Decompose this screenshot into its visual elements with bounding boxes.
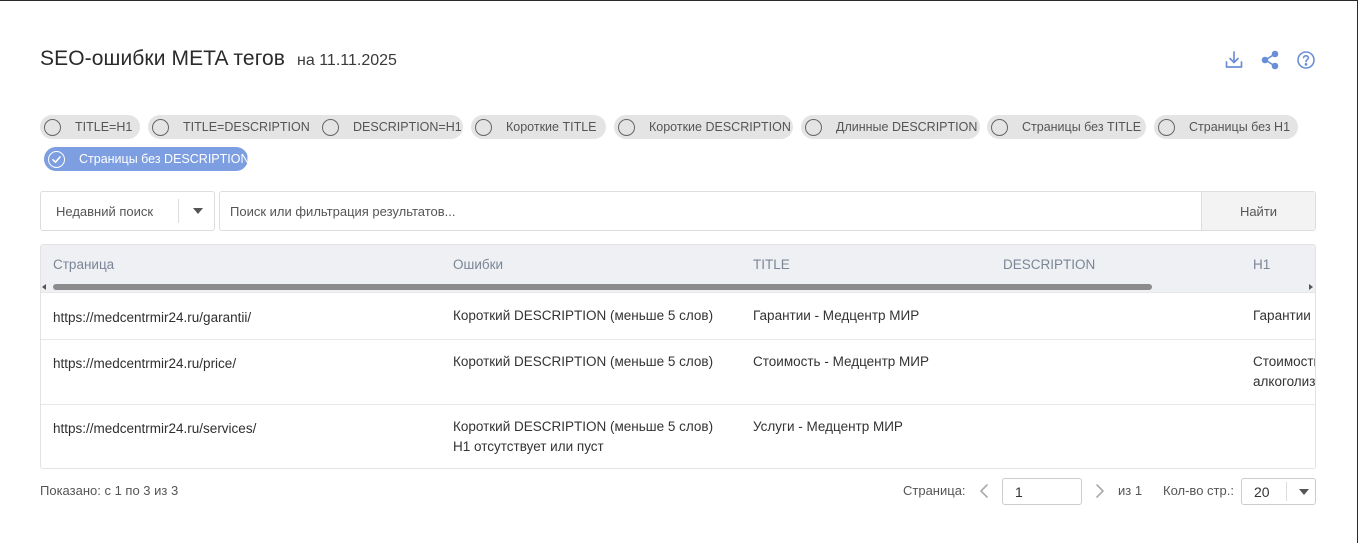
radio-icon (618, 118, 635, 136)
page-url-cell[interactable]: https://medcentrmir24.ru/price/ (53, 354, 236, 374)
page-label: Страница: (903, 483, 966, 498)
filter-chip-no-title[interactable]: Страницы без TITLE (987, 115, 1146, 139)
share-icon (1261, 50, 1279, 70)
filter-chip-label: Длинные DESCRIPTION (836, 120, 978, 134)
radio-icon (44, 118, 61, 136)
radio-icon (1158, 118, 1175, 136)
filter-chip-label: TITLE=H1 (75, 120, 133, 134)
filter-chip-short-description[interactable]: Короткие DESCRIPTION (614, 115, 793, 139)
horizontal-scrollbar[interactable] (41, 283, 1315, 292)
radio-icon (475, 118, 492, 136)
title-cell: Гарантии - Медцентр МИР (753, 308, 920, 323)
radio-icon (991, 118, 1008, 136)
recent-search-dropdown[interactable]: Недавний поиск (40, 191, 215, 231)
column-header-page[interactable]: Страница (53, 257, 114, 272)
filter-chip-label: DESCRIPTION=H1 (353, 120, 462, 134)
recent-search-label: Недавний поиск (56, 203, 154, 219)
column-header-description[interactable]: DESCRIPTION (1003, 257, 1095, 272)
per-page-select[interactable]: 20 (1241, 478, 1316, 505)
table-row[interactable]: https://medcentrmir24.ru/garantii/ Корот… (41, 292, 1315, 339)
radio-icon (805, 118, 822, 136)
title-cell: Стоимость - Медцентр МИР (753, 354, 930, 369)
scrollbar-thumb[interactable] (53, 284, 1152, 290)
filter-chip-no-h1[interactable]: Страницы без H1 (1154, 115, 1298, 139)
help-button[interactable] (1296, 50, 1316, 70)
h1-text: алкоголиз (1253, 374, 1316, 389)
errors-cell: Короткий DESCRIPTION (меньше 5 слов) (453, 352, 713, 372)
chevron-down-icon (1299, 488, 1309, 495)
share-button[interactable] (1260, 50, 1280, 70)
filter-chip-short-title[interactable]: Короткие TITLE (471, 115, 606, 139)
per-page-value: 20 (1254, 483, 1270, 500)
filter-chip-label: Короткие DESCRIPTION (649, 120, 791, 134)
page-header: SEO-ошибки META тегов на 11.11.2025 (40, 47, 397, 71)
h1-text: Гарантии (1253, 308, 1311, 323)
divider (178, 199, 179, 223)
error-text: Короткий DESCRIPTION (меньше 5 слов) (453, 419, 714, 434)
search-input[interactable] (220, 192, 1201, 230)
results-table: Страница Ошибки TITLE DESCRIPTION H1 htt… (40, 244, 1316, 469)
column-header-title[interactable]: TITLE (753, 257, 790, 272)
filter-chip-label: Страницы без TITLE (1022, 120, 1142, 134)
per-page-label: Кол-во стр.: (1163, 483, 1234, 498)
filter-chip-title-h1[interactable]: TITLE=H1 (40, 115, 140, 139)
filter-chip-label: TITLE=DESCRIPTION (183, 120, 310, 134)
download-icon (1225, 51, 1243, 68)
title-cell: Услуги - Медцентр МИР (753, 419, 903, 434)
scroll-right-icon[interactable] (1309, 284, 1313, 290)
error-text: Короткий DESCRIPTION (меньше 5 слов) (453, 354, 714, 369)
filter-chip-label: Короткие TITLE (506, 120, 597, 134)
errors-cell: Короткий DESCRIPTION (меньше 5 слов) (453, 306, 713, 326)
chevron-right-icon (1096, 484, 1104, 498)
column-header-h1[interactable]: H1 (1253, 257, 1270, 272)
total-pages: из 1 (1118, 483, 1143, 498)
next-page-button[interactable] (1093, 481, 1107, 501)
h1-cell: Стоимость алкоголиз (1253, 352, 1316, 392)
page-url-cell[interactable]: https://medcentrmir24.ru/services/ (53, 419, 256, 439)
filter-chip-no-description[interactable]: Страницы без DESCRIPTION (44, 147, 250, 171)
divider (1286, 482, 1287, 501)
column-header-errors[interactable]: Ошибки (453, 257, 503, 272)
download-button[interactable] (1224, 50, 1244, 70)
page-title: SEO-ошибки META тегов (40, 47, 286, 70)
h1-text: Стоимость (1253, 354, 1316, 369)
header-toolbar (1224, 50, 1316, 70)
error-text: H1 отсутствует или пуст (453, 439, 604, 454)
previous-page-button[interactable] (977, 481, 991, 501)
chevron-left-icon (980, 484, 988, 498)
h1-cell: Гарантии (1253, 306, 1311, 326)
results-summary: Показано: с 1 по 3 из 3 (40, 483, 179, 498)
help-icon (1297, 51, 1315, 69)
table-row[interactable]: https://medcentrmir24.ru/services/ Корот… (41, 404, 1315, 468)
table-header: Страница Ошибки TITLE DESCRIPTION H1 (41, 245, 1315, 292)
radio-icon (322, 118, 339, 136)
filter-chip-label: Страницы без DESCRIPTION (79, 152, 250, 166)
search-bar: Найти (219, 191, 1316, 231)
filter-chip-description-h1[interactable]: DESCRIPTION=H1 (318, 115, 463, 139)
table-row[interactable]: https://medcentrmir24.ru/price/ Короткий… (41, 339, 1316, 404)
report-date: на 11.11.2025 (297, 52, 397, 69)
filter-chip-label: Страницы без H1 (1189, 120, 1291, 134)
chevron-down-icon (193, 208, 203, 214)
error-text: Короткий DESCRIPTION (меньше 5 слов) (453, 308, 714, 323)
find-button[interactable]: Найти (1201, 192, 1315, 230)
radio-icon (152, 118, 169, 136)
radio-check-icon (48, 150, 65, 168)
scroll-left-icon[interactable] (42, 284, 46, 290)
errors-cell: Короткий DESCRIPTION (меньше 5 слов) H1 … (453, 417, 713, 457)
filter-chip-long-description[interactable]: Длинные DESCRIPTION (801, 115, 980, 139)
page-number-input[interactable] (1002, 478, 1082, 505)
page-url-cell[interactable]: https://medcentrmir24.ru/garantii/ (53, 308, 251, 328)
